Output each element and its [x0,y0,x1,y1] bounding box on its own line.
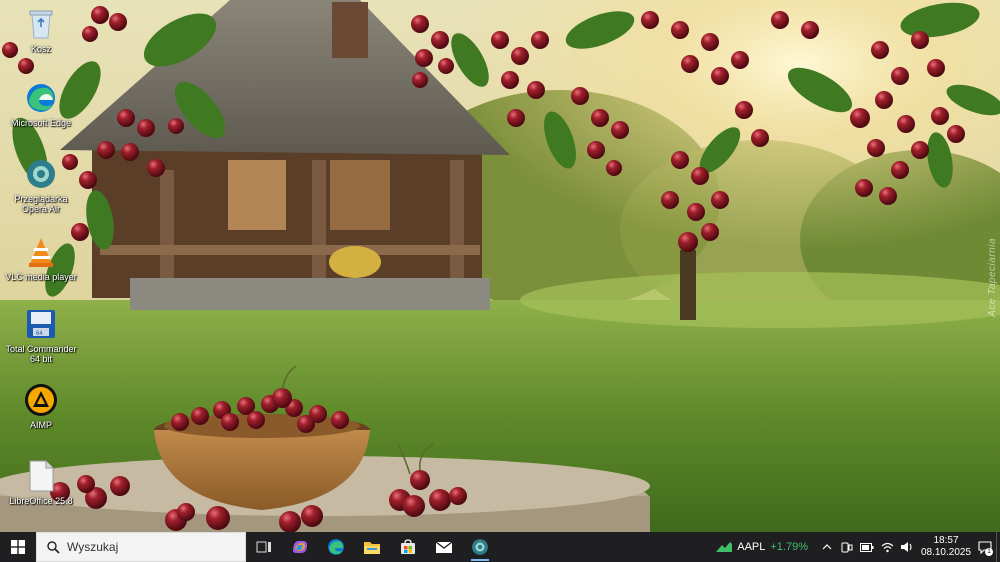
desktop-icon-area: Kosz Microsoft Edge Przeglądarka Opera A… [0,0,82,530]
taskbar-edge[interactable] [318,532,354,562]
stock-change: +1.79% [770,541,808,553]
desktop-icon-label: LibreOffice 25.8 [9,496,73,506]
taskbar-clock[interactable]: 18:57 08.10.2025 [918,532,974,562]
notification-center-button[interactable]: 1 [974,532,996,562]
desktop-icon-edge[interactable]: Microsoft Edge [2,80,80,128]
libreoffice-icon [23,458,59,494]
opera-air-icon [472,539,488,555]
desktop-icon-label: Microsoft Edge [10,118,72,128]
desktop-icon-total-commander[interactable]: 64 Total Commander 64 bit [2,306,80,364]
chevron-up-icon [822,544,832,550]
tray-phone-link[interactable] [840,540,854,554]
stock-up-icon [716,542,733,552]
search-placeholder: Wyszukaj [67,540,119,554]
tray-overflow-button[interactable] [820,540,834,554]
taskbar-opera-air[interactable] [462,532,498,562]
task-view-icon [256,541,271,553]
edge-icon [23,80,59,116]
file-explorer-icon [364,541,380,554]
recycle-bin-icon [23,6,59,42]
stock-symbol: AAPL [737,541,766,553]
taskbar-mail[interactable] [426,532,462,562]
taskbar-microsoft-store[interactable] [390,532,426,562]
search-icon [47,540,60,554]
copilot-icon [293,541,307,553]
opera-air-icon [23,156,59,192]
tray-battery[interactable] [860,540,874,554]
notification-count: 1 [985,548,993,556]
svg-text:64: 64 [36,331,43,337]
taskbar-file-explorer[interactable] [354,532,390,562]
speaker-icon [901,542,912,552]
desktop-icon-recycle-bin[interactable]: Kosz [2,6,80,54]
taskbar-task-view[interactable] [246,532,282,562]
wifi-icon [881,542,893,552]
aimp-icon [23,382,59,418]
taskbar-stock-widget[interactable]: AAPL +1.79% [708,532,816,562]
device-icon [841,542,853,553]
desktop-icon-libreoffice[interactable]: LibreOffice 25.8 [2,458,80,506]
wallpaper-watermark: Ace Tapeciarnia [987,238,998,317]
start-button[interactable] [0,532,36,562]
desktop-icon-vlc[interactable]: VLC media player [2,234,80,282]
tray-volume[interactable] [900,540,914,554]
desktop-icon-label: VLC media player [5,272,77,282]
microsoft-store-icon [401,539,415,554]
taskbar: Wyszukaj AAPL +1.79% 18:57 08.10.2025 1 [0,532,1000,562]
desktop-wallpaper [0,0,1000,532]
vlc-icon [23,234,59,270]
desktop-icon-opera-air[interactable]: Przeglądarka Opera Air [2,156,80,214]
desktop-icon-label: Przeglądarka Opera Air [14,194,68,214]
clock-date: 08.10.2025 [920,547,972,558]
edge-icon [328,539,344,555]
taskbar-search-box[interactable]: Wyszukaj [36,532,246,562]
desktop-icon-label: Kosz [30,44,51,54]
clock-time: 18:57 [933,535,959,546]
battery-icon [860,542,874,552]
desktop-icon-aimp[interactable]: AIMP [2,382,80,430]
total-commander-icon: 64 [23,306,59,342]
show-desktop-button[interactable] [996,532,1000,562]
tray-network[interactable] [880,540,894,554]
taskbar-copilot[interactable] [282,532,318,562]
system-tray [816,532,918,562]
desktop-icon-label: AIMP [29,420,52,430]
desktop-icon-label: Total Commander 64 bit [5,344,77,364]
mail-icon [435,540,453,553]
windows-icon [11,540,25,554]
